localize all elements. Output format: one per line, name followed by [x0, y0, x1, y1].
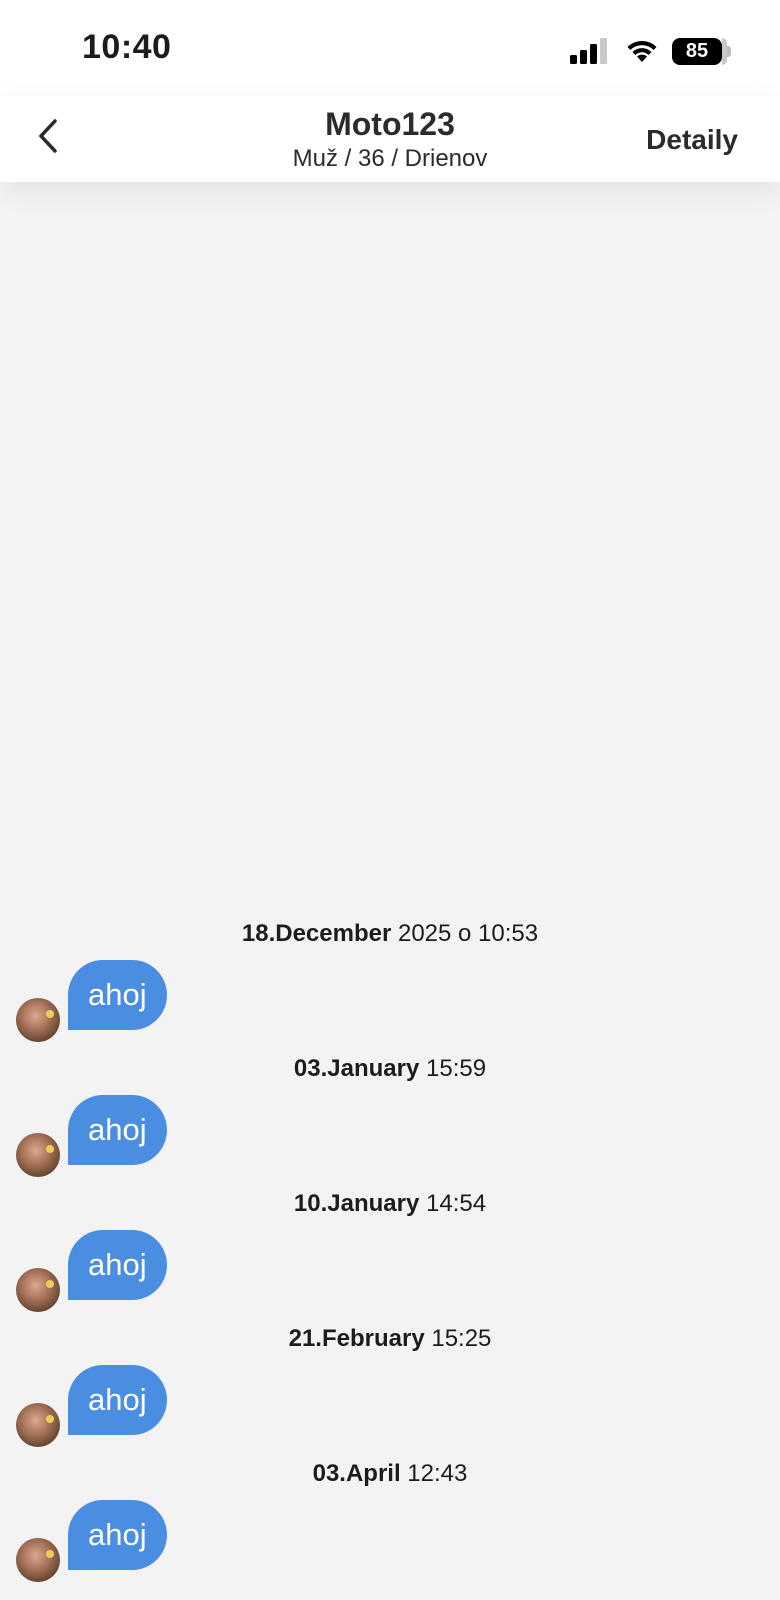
message-date-time: 14:54	[419, 1190, 487, 1217]
message-group: 10.January 14:54 ahoj	[0, 1190, 780, 1325]
message-date: 03.January 15:59	[0, 1055, 780, 1083]
message-group: 21.February 15:25 ahoj	[0, 1325, 780, 1460]
message-date-time: 15:59	[419, 1055, 487, 1082]
details-button[interactable]: Detaily	[646, 124, 738, 156]
message-date-day: 10.January	[293, 1190, 420, 1217]
message-bubble[interactable]: ahoj	[68, 1500, 167, 1570]
message-date: 18.December 2025 o 10:53	[0, 920, 780, 948]
message-bubble[interactable]: ahoj	[68, 1365, 167, 1435]
avatar[interactable]	[16, 1403, 60, 1447]
battery-level: 85	[685, 40, 709, 62]
status-bar: 10:40 85	[0, 0, 780, 96]
message-bubble[interactable]: ahoj	[68, 1095, 167, 1165]
message-date-day: 18.December	[241, 920, 392, 947]
avatar[interactable]	[16, 1268, 60, 1312]
message-list: 18.December 2025 o 10:53 ahoj 03.January…	[0, 920, 780, 1595]
message-group: 03.January 15:59 ahoj	[0, 1055, 780, 1190]
avatar[interactable]	[16, 998, 60, 1042]
message-group: 18.December 2025 o 10:53 ahoj	[0, 920, 780, 1055]
message-date-time: 15:25	[424, 1325, 492, 1352]
message-date: 21.February 15:25	[0, 1325, 780, 1353]
chat-header: Moto123 Muž / 36 / Drienov Detaily	[0, 96, 780, 182]
message-date: 10.January 14:54	[0, 1190, 780, 1218]
message-date: 03.April 12:43	[0, 1460, 780, 1488]
wifi-icon	[627, 40, 657, 62]
message-bubble[interactable]: ahoj	[68, 960, 167, 1030]
avatar[interactable]	[16, 1133, 60, 1177]
battery-icon: 85	[672, 38, 731, 65]
message-date-time: 12:43	[400, 1460, 468, 1487]
message-date-day: 03.April	[312, 1460, 401, 1487]
message-group: 03.April 12:43 ahoj	[0, 1460, 780, 1595]
status-time: 10:40	[82, 28, 172, 66]
message-bubble[interactable]: ahoj	[68, 1230, 167, 1300]
message-date-day: 03.January	[293, 1055, 420, 1082]
chat-screen: 10:40 85 Moto123 Muž / 36 / Drienov Deta…	[0, 0, 780, 1600]
message-date-day: 21.February	[288, 1325, 425, 1352]
cellular-signal-icon	[570, 38, 607, 64]
avatar[interactable]	[16, 1538, 60, 1582]
message-date-time: 2025 o 10:53	[391, 920, 539, 947]
